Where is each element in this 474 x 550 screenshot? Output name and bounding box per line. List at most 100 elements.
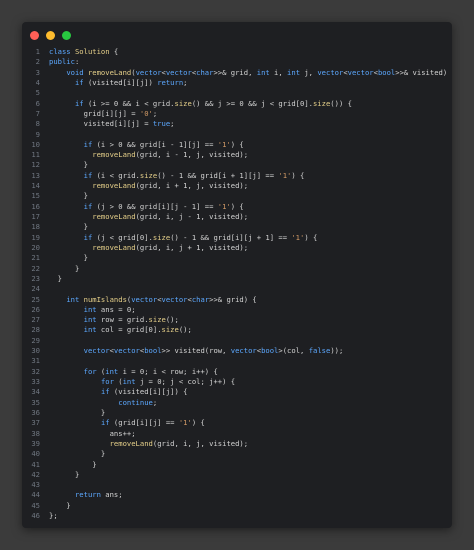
code-line: 31 xyxy=(22,356,452,366)
line-number: 39 xyxy=(31,438,40,448)
code-line: 12 } xyxy=(22,160,452,170)
code-line: 13 if (i < grid.size() - 1 && grid[i + 1… xyxy=(22,171,452,181)
code-line: 29 xyxy=(22,336,452,346)
code-line: 18 } xyxy=(22,222,452,232)
code-line: 30 vector<vector<bool>> visited(row, vec… xyxy=(22,346,452,356)
code-text: int row = grid.size(); xyxy=(83,315,179,325)
line-number: 15 xyxy=(31,191,40,201)
code-line: 16 if (j > 0 && grid[i][j - 1] == '1') { xyxy=(22,202,452,212)
code-line: 2 public: xyxy=(22,57,452,67)
line-number: 14 xyxy=(31,181,40,191)
code-line: 3 void removeLand(vector<vector<char>>& … xyxy=(22,68,452,78)
code-text: } xyxy=(49,222,88,232)
code-text: }; xyxy=(49,511,58,521)
line-number: 18 xyxy=(31,222,40,232)
code-line: 43 xyxy=(22,480,452,490)
line-number: 41 xyxy=(31,459,40,469)
code-line: 27 int row = grid.size(); xyxy=(22,315,452,325)
code-line: 41 } xyxy=(22,460,452,470)
line-number: 25 xyxy=(31,294,40,304)
code-text: continue; xyxy=(118,397,158,407)
line-number: 16 xyxy=(31,201,40,211)
line-number: 27 xyxy=(31,315,40,325)
code-text: return ans; xyxy=(74,490,123,500)
code-line: 17 removeLand(grid, i, j - 1, visited); xyxy=(22,212,452,222)
code-line: 35 continue; xyxy=(22,398,452,408)
line-number: 34 xyxy=(31,387,40,397)
line-number: 10 xyxy=(31,139,40,149)
code-line: 37 if (grid[i][j] == '1') { xyxy=(22,418,452,428)
code-text: class Solution { xyxy=(49,47,119,56)
maximize-button[interactable] xyxy=(62,31,71,40)
code-editor[interactable]: 1 class Solution { 2 public: 3 void removeLa… xyxy=(22,47,452,521)
line-number: 32 xyxy=(31,366,40,376)
code-text: if (visited[i][j]) { xyxy=(100,387,188,397)
code-line: 15 } xyxy=(22,191,452,201)
code-text: removeLand(grid, i + 1, j, visited); xyxy=(92,181,249,191)
code-text: public: xyxy=(49,57,80,67)
code-line: 10 if (i > 0 && grid[i - 1][j] == '1') { xyxy=(22,140,452,150)
code-text: } xyxy=(49,160,88,170)
close-button[interactable] xyxy=(30,31,39,40)
line-number: 37 xyxy=(31,418,40,428)
code-line: 7 grid[i][j] = '0'; xyxy=(22,109,452,119)
line-number: 3 xyxy=(35,67,40,77)
code-line: 26 int ans = 0; xyxy=(22,305,452,315)
line-number: 5 xyxy=(35,88,40,98)
line-number: 12 xyxy=(31,160,40,170)
code-line: 33 for (int j = 0; j < col; j++) { xyxy=(22,377,452,387)
line-number: 1 xyxy=(35,47,40,56)
line-number: 2 xyxy=(35,57,40,67)
line-number: 28 xyxy=(31,325,40,335)
code-line: 40 } xyxy=(22,449,452,459)
code-text: if (visited[i][j]) return; xyxy=(74,77,188,87)
code-text: visited[i][j] = true; xyxy=(49,119,175,129)
line-number: 21 xyxy=(31,253,40,263)
code-text: if (j > 0 && grid[i][j - 1] == '1') { xyxy=(83,201,244,211)
code-line: 22 } xyxy=(22,264,452,274)
minimize-button[interactable] xyxy=(46,31,55,40)
line-number: 40 xyxy=(31,449,40,459)
line-number: 6 xyxy=(35,98,40,108)
line-number: 35 xyxy=(31,397,40,407)
code-line: 6 if (i >= 0 && i < grid.size() && j >= … xyxy=(22,99,452,109)
code-line: 20 removeLand(grid, i, j + 1, visited); xyxy=(22,243,452,253)
code-text: if (j < grid[0].size() - 1 && grid[i][j … xyxy=(83,232,318,242)
code-line: 34 if (visited[i][j]) { xyxy=(22,387,452,397)
code-line: 4 if (visited[i][j]) return; xyxy=(22,78,452,88)
line-number: 9 xyxy=(35,129,40,139)
code-text: for (int i = 0; i < row; i++) { xyxy=(83,366,218,376)
line-number: 43 xyxy=(31,480,40,490)
code-line: 19 if (j < grid[0].size() - 1 && grid[i]… xyxy=(22,233,452,243)
code-text: } xyxy=(49,263,80,273)
code-text: vector<vector<bool>> visited(row, vector… xyxy=(83,346,344,356)
line-number: 24 xyxy=(31,284,40,294)
code-line: 24 xyxy=(22,284,452,294)
code-text: if (i >= 0 && i < grid.size() && j >= 0 … xyxy=(74,98,352,108)
line-number: 46 xyxy=(31,511,40,521)
line-number: 4 xyxy=(35,77,40,87)
code-text: } xyxy=(49,469,80,479)
code-text: int col = grid[0].size(); xyxy=(83,325,192,335)
code-line: 28 int col = grid[0].size(); xyxy=(22,325,452,335)
code-line: 25 int numIslands(vector<vector<char>>& … xyxy=(22,295,452,305)
line-number: 33 xyxy=(31,377,40,386)
code-line: 5 xyxy=(22,88,452,98)
line-number: 23 xyxy=(31,273,40,283)
code-window: 1 class Solution { 2 public: 3 void removeLa… xyxy=(22,22,452,528)
line-number: 42 xyxy=(31,469,40,479)
code-text: removeLand(grid, i, j, visited); xyxy=(109,438,249,448)
code-line: 38 ans++; xyxy=(22,429,452,439)
code-text: } xyxy=(49,273,62,283)
line-number: 36 xyxy=(31,407,40,417)
code-line: 21 } xyxy=(22,253,452,263)
code-text: removeLand(grid, i, j - 1, visited); xyxy=(92,212,249,221)
code-text: } xyxy=(49,407,106,417)
line-number: 13 xyxy=(31,170,40,180)
code-text: grid[i][j] = '0'; xyxy=(49,108,158,118)
code-text: removeLand(grid, i, j + 1, visited); xyxy=(92,242,249,252)
code-line: 36 } xyxy=(22,408,452,418)
code-line: 45 } xyxy=(22,501,452,511)
line-number: 29 xyxy=(31,335,40,345)
code-text: } xyxy=(49,459,97,469)
